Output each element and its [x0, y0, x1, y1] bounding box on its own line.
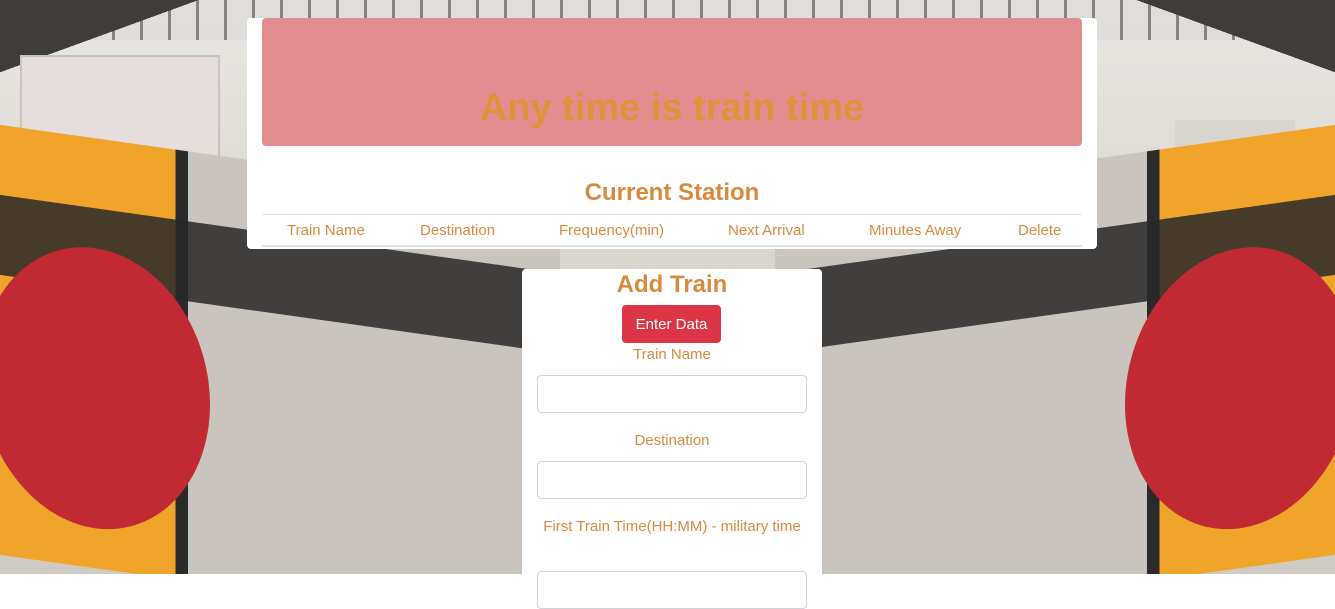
destination-label: Destination	[634, 432, 710, 449]
page-title: Any time is train time	[479, 87, 865, 129]
column-train-name: Train Name	[287, 222, 365, 239]
column-next-arrival: Next Arrival	[728, 222, 805, 239]
first-train-time-label: First Train Time(HH:MM) - military time	[543, 518, 801, 535]
add-train-form: Add Train Enter Data Train Name Destinat…	[522, 269, 822, 609]
train-name-input[interactable]	[537, 375, 807, 413]
column-destination: Destination	[420, 222, 496, 239]
first-train-time-input[interactable]	[537, 571, 807, 609]
train-name-label: Train Name	[633, 346, 711, 363]
destination-input[interactable]	[537, 461, 807, 499]
enter-data-button[interactable]: Enter Data	[622, 305, 721, 343]
column-minutes-away: Minutes Away	[869, 222, 962, 239]
column-frequency: Frequency(min)	[559, 222, 665, 239]
add-train-title: Add Train	[616, 271, 728, 298]
schedule-panel: Any time is train time Current Station T…	[247, 18, 1097, 249]
column-delete: Delete	[1018, 222, 1062, 239]
current-station-title: Current Station	[584, 179, 760, 206]
header-banner: Any time is train time	[262, 18, 1082, 146]
train-table-header: Train Name Destination Frequency(min) Ne…	[262, 214, 1082, 247]
